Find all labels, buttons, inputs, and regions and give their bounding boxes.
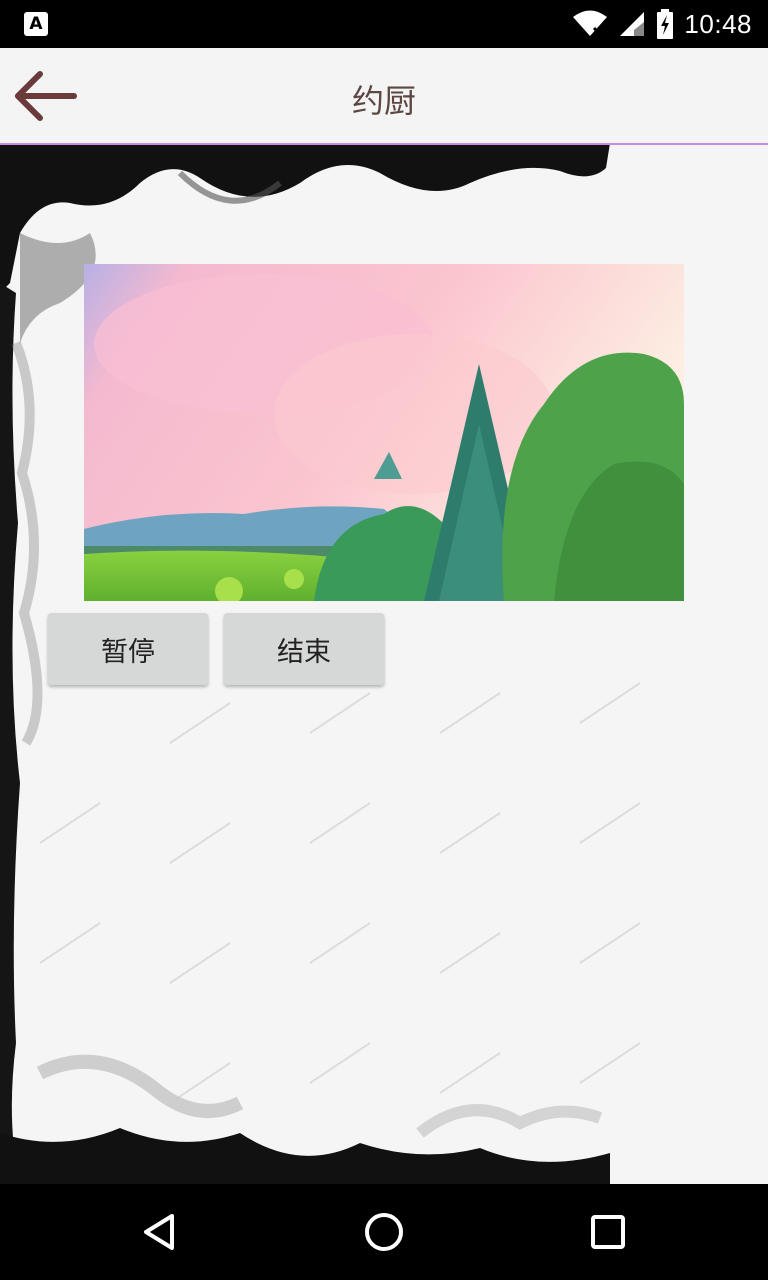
back-triangle-icon[interactable]	[136, 1208, 184, 1256]
status-bar: A 10:48	[0, 0, 768, 48]
app-notification-icon: A	[24, 12, 48, 36]
stop-button[interactable]: 结束	[224, 613, 384, 685]
app-bar: 约厨	[0, 48, 768, 145]
recents-square-icon[interactable]	[584, 1208, 632, 1256]
wifi-icon	[573, 10, 608, 38]
home-circle-icon[interactable]	[360, 1208, 408, 1256]
status-time: 10:48	[684, 8, 752, 39]
battery-charging-icon	[657, 9, 674, 39]
cell-signal-icon	[620, 12, 645, 36]
pause-button[interactable]: 暂停	[48, 613, 208, 685]
navigation-bar	[0, 1184, 768, 1280]
status-icons: 10:48	[572, 0, 752, 48]
page-title: 约厨	[351, 82, 416, 120]
video-player[interactable]	[84, 264, 684, 601]
